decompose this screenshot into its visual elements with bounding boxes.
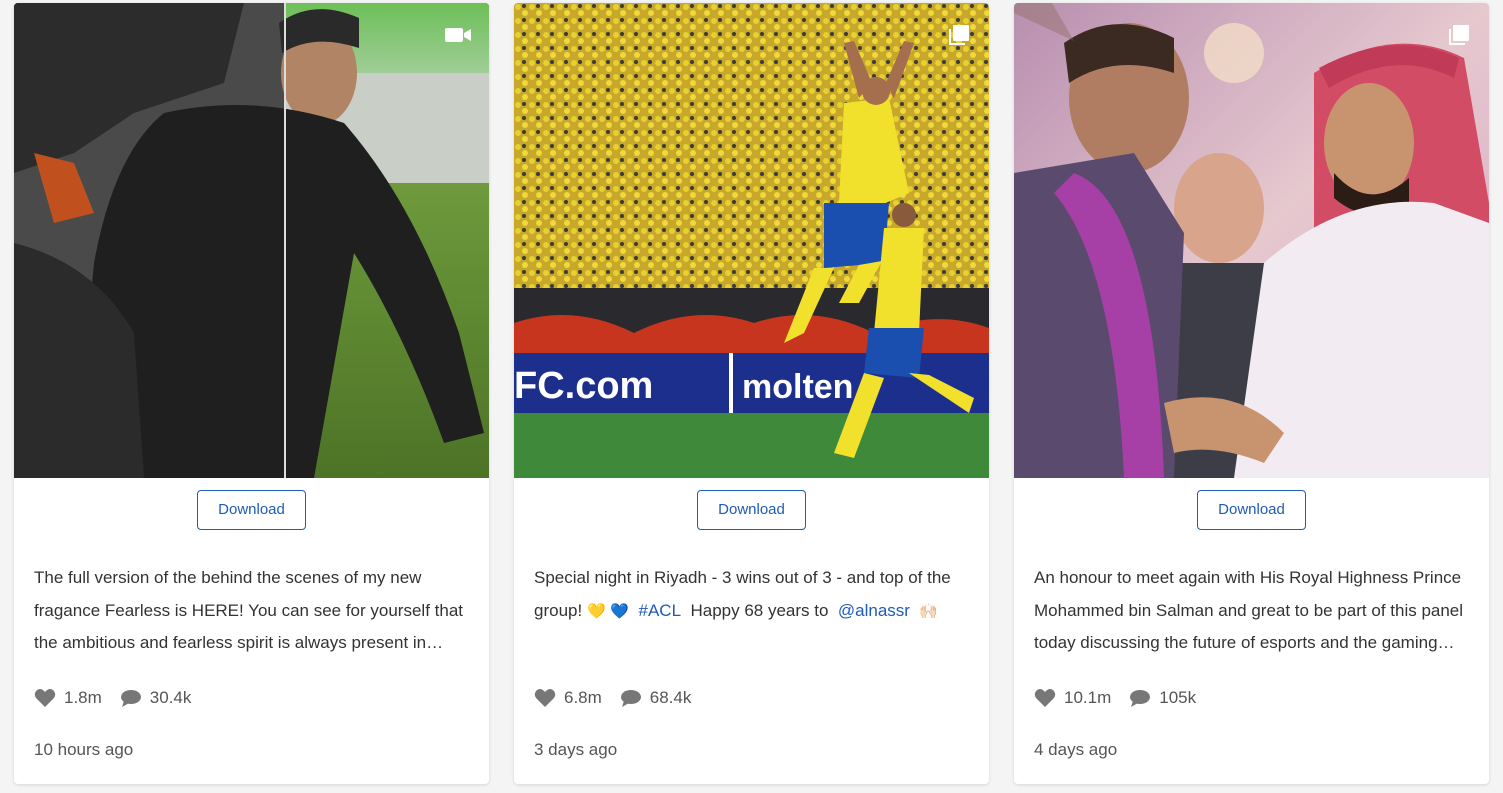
download-button[interactable]: Download (1197, 490, 1306, 530)
post-image[interactable]: FC.com molten (514, 3, 989, 478)
download-button[interactable]: Download (697, 490, 806, 530)
post-stats: 10.1m 105k (1034, 687, 1214, 709)
post-stats: 1.8m 30.4k (34, 687, 209, 709)
svg-text:molten: molten (742, 368, 853, 406)
heart-icon (1034, 689, 1056, 707)
post-time: 4 days ago (1034, 740, 1118, 759)
svg-text:FC.com: FC.com (514, 365, 653, 407)
post-time: 10 hours ago (34, 740, 134, 759)
likes-stat: 10.1m (1034, 688, 1111, 708)
post-image[interactable] (1014, 3, 1489, 478)
post-card: Download An honour to meet again with Hi… (1014, 3, 1489, 784)
comments-stat: 105k (1129, 688, 1196, 708)
multiple-images-icon (949, 25, 969, 45)
blue-heart-emoji: 💙 (610, 602, 630, 620)
download-button[interactable]: Download (197, 490, 306, 530)
post-caption: An honour to meet again with His Royal H… (1034, 568, 1464, 652)
likes-stat: 6.8m (534, 688, 602, 708)
hashtag-link[interactable]: #ACL (639, 601, 682, 620)
raising-hands-emoji: 🙌🏻 (919, 602, 939, 620)
comments-count: 30.4k (149, 688, 192, 707)
video-camera-icon (445, 28, 471, 42)
post-caption: Special night in Riyadh - 3 wins out of … (534, 562, 970, 628)
football-celebration-photo: FC.com molten (514, 3, 989, 478)
post-stats: 6.8m 68.4k (534, 687, 709, 709)
comments-count: 105k (1159, 688, 1197, 707)
person-in-black-on-grass-photo (14, 3, 489, 478)
caption-text: Happy 68 years to (690, 600, 829, 620)
multiple-images-icon (1449, 25, 1469, 45)
likes-stat: 1.8m (34, 688, 102, 708)
comment-icon (620, 690, 641, 707)
heart-icon (534, 689, 556, 707)
post-caption: The full version of the behind the scene… (34, 568, 464, 652)
meeting-embrace-photo (1014, 3, 1489, 478)
likes-count: 6.8m (564, 688, 602, 707)
post-time: 3 days ago (534, 740, 618, 759)
comments-stat: 30.4k (120, 688, 192, 708)
post-card: Download The full version of the behind … (14, 3, 489, 784)
likes-count: 10.1m (1064, 688, 1112, 707)
likes-count: 1.8m (64, 688, 102, 707)
mention-link[interactable]: @alnassr (838, 601, 910, 620)
yellow-heart-emoji: 💛 (586, 602, 606, 620)
comments-stat: 68.4k (620, 688, 692, 708)
post-card: FC.com molten Download Special night in … (514, 3, 989, 784)
heart-icon (34, 689, 56, 707)
comments-count: 68.4k (649, 688, 692, 707)
comment-icon (1130, 690, 1151, 707)
comment-icon (120, 690, 141, 707)
post-image[interactable] (14, 3, 489, 478)
